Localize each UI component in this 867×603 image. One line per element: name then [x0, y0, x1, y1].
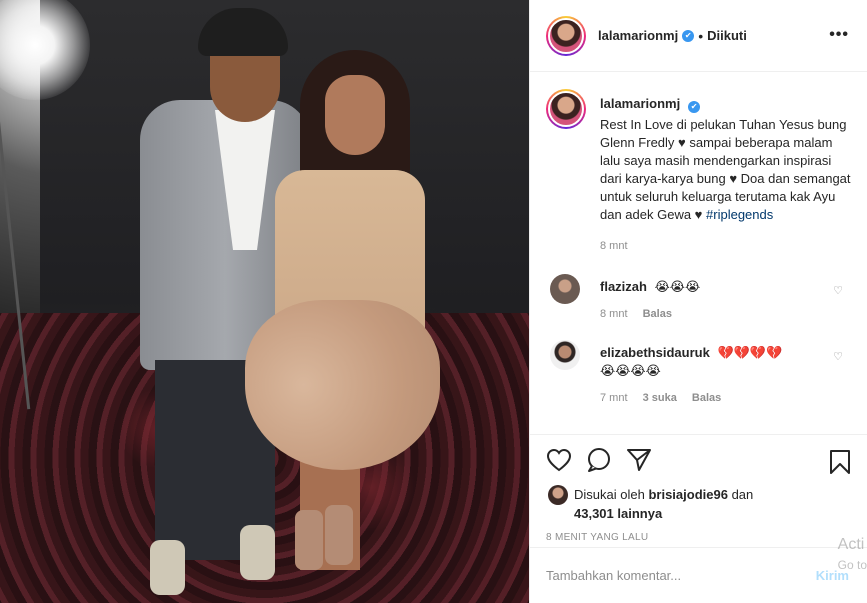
- caption-meta: 8 mnt: [600, 240, 851, 252]
- comment-text-line2: 😭😭😭😭: [600, 363, 661, 378]
- watermark-line2: Go to: [837, 558, 867, 572]
- likes-others-count[interactable]: 43,301 lainnya: [574, 506, 662, 521]
- separator-dot: •: [698, 27, 704, 44]
- comment-icon[interactable]: [586, 447, 612, 476]
- post-actions: Disukai oleh brisiajodie96 dan 43,301 la…: [530, 434, 867, 543]
- caption-time[interactable]: 8 mnt: [600, 240, 628, 252]
- woman-shoe: [295, 510, 323, 570]
- heart-icon[interactable]: [546, 448, 572, 475]
- comment-text: 😭😭😭: [654, 279, 701, 294]
- comment-like-heart-icon[interactable]: ♡: [833, 350, 843, 363]
- caption-avatar[interactable]: [546, 89, 586, 129]
- follow-status-button[interactable]: Diikuti: [707, 28, 747, 43]
- share-icon[interactable]: [626, 448, 652, 475]
- comment-like-heart-icon[interactable]: ♡: [833, 284, 843, 297]
- likes-connector: dan: [731, 487, 754, 502]
- caption-hashtag[interactable]: #riplegends: [706, 207, 773, 222]
- verified-badge-icon: ✔: [688, 101, 701, 113]
- comment-text: 💔💔💔💔: [717, 345, 783, 360]
- liker-username[interactable]: brisiajodie96: [648, 487, 727, 502]
- comment-likes-count[interactable]: 3 suka: [643, 392, 677, 404]
- comment-username[interactable]: elizabethsidauruk: [600, 345, 710, 360]
- bookmark-icon[interactable]: [829, 449, 851, 478]
- caption-username[interactable]: lalamarionmj: [600, 96, 680, 111]
- commenter-avatar[interactable]: [550, 340, 580, 370]
- woman-skirt: [245, 300, 440, 470]
- comment-row: flazizah 😭😭😭 8 mnt Balas ♡: [546, 274, 851, 320]
- comment-meta: 8 mnt Balas: [600, 308, 851, 320]
- man-shoe: [150, 540, 185, 595]
- woman-shoe: [325, 505, 353, 565]
- verified-badge-icon: ✔: [682, 29, 695, 42]
- caption-row: lalamarionmj ✔ Rest In Love di pelukan T…: [546, 89, 851, 252]
- comment-meta: 7 mnt 3 suka Balas: [600, 392, 851, 404]
- likes-prefix: Disukai oleh: [574, 487, 645, 502]
- action-icons-row: [546, 445, 851, 477]
- reply-button[interactable]: Balas: [692, 392, 721, 404]
- comment-time[interactable]: 7 mnt: [600, 392, 628, 404]
- author-avatar[interactable]: [546, 15, 586, 56]
- man-shoe: [240, 525, 275, 580]
- comment-username[interactable]: flazizah: [600, 279, 647, 294]
- post-side-panel: lalamarionmj ✔ • Diikuti ••• lalamarionm…: [529, 0, 867, 603]
- liker-avatar[interactable]: [548, 485, 568, 505]
- author-username[interactable]: lalamarionmj: [598, 28, 678, 43]
- comment-row: elizabethsidauruk 💔💔💔💔 😭😭😭😭 7 mnt 3 suka…: [546, 340, 851, 404]
- comment-time[interactable]: 8 mnt: [600, 308, 628, 320]
- commenter-avatar[interactable]: [550, 274, 580, 304]
- likes-summary: Disukai oleh brisiajodie96 dan 43,301 la…: [546, 485, 851, 523]
- more-options-icon[interactable]: •••: [829, 26, 849, 44]
- woman-face: [325, 75, 385, 155]
- os-activation-watermark: Acti Go to: [838, 535, 867, 575]
- post-timestamp[interactable]: 8 menit yang lalu: [546, 532, 851, 543]
- add-comment-bar: Tambahkan komentar... Kirim: [530, 547, 867, 603]
- watermark-line1: Acti: [837, 536, 865, 553]
- post-photo[interactable]: [0, 0, 529, 603]
- post-header: lalamarionmj ✔ • Diikuti •••: [530, 0, 867, 72]
- comment-input[interactable]: Tambahkan komentar...: [546, 568, 681, 583]
- reply-button[interactable]: Balas: [643, 308, 672, 320]
- comments-list[interactable]: lalamarionmj ✔ Rest In Love di pelukan T…: [530, 73, 867, 433]
